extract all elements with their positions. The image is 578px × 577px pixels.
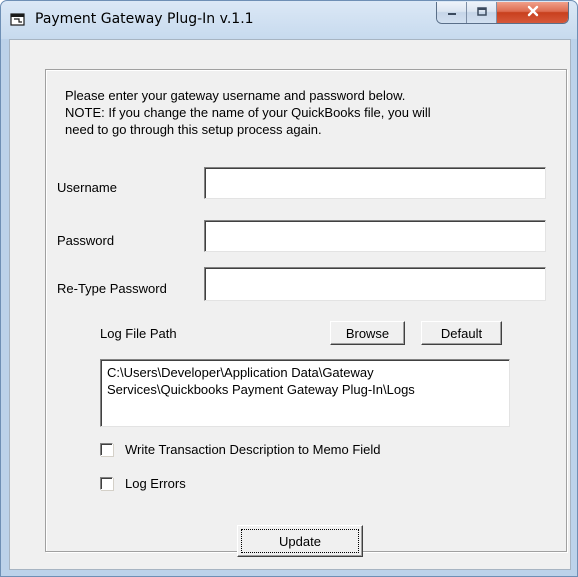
instruction-line: need to go through this setup process ag… [65,122,322,137]
log-errors-option[interactable]: Log Errors [100,476,186,491]
password-label: Password [57,233,115,248]
password-input[interactable] [204,220,546,252]
close-button[interactable] [497,2,568,23]
dialog-client-area: Please enter your gateway username and p… [9,39,571,570]
log-path-line: C:\Users\Developer\Application Data\Gate… [107,365,374,380]
instructions-text: Please enter your gateway username and p… [65,87,545,138]
settings-group: Please enter your gateway username and p… [45,69,567,552]
minimize-button[interactable] [437,2,467,23]
app-window: Payment Gateway Plug-In v.1.1 Please ent… [0,0,578,577]
log-errors-label: Log Errors [125,476,186,491]
maximize-button[interactable] [467,2,497,23]
write-memo-label: Write Transaction Description to Memo Fi… [125,442,381,457]
username-label: Username [57,180,117,195]
window-title: Payment Gateway Plug-In v.1.1 [35,11,254,27]
browse-button[interactable]: Browse [330,321,405,345]
maximize-icon [476,4,487,22]
close-icon [527,4,539,22]
title-bar[interactable]: Payment Gateway Plug-In v.1.1 [1,1,578,39]
instruction-line: NOTE: If you change the name of your Qui… [65,105,431,120]
log-file-path-label: Log File Path [100,326,177,341]
log-path-line: Services\Quickbooks Payment Gateway Plug… [107,382,415,397]
retype-password-input[interactable] [204,267,546,301]
window-controls [436,2,569,24]
write-memo-option[interactable]: Write Transaction Description to Memo Fi… [100,442,381,457]
focus-rectangle [241,529,359,553]
default-button[interactable]: Default [421,321,502,345]
retype-password-label: Re-Type Password [57,281,167,296]
minimize-icon [447,4,457,22]
app-window-icon [10,13,26,27]
instruction-line: Please enter your gateway username and p… [65,88,406,103]
username-input[interactable] [204,167,546,199]
write-memo-checkbox[interactable] [100,443,113,456]
update-button[interactable]: Update [237,525,363,557]
log-file-path-field[interactable]: C:\Users\Developer\Application Data\Gate… [100,359,510,427]
log-errors-checkbox[interactable] [100,477,113,490]
